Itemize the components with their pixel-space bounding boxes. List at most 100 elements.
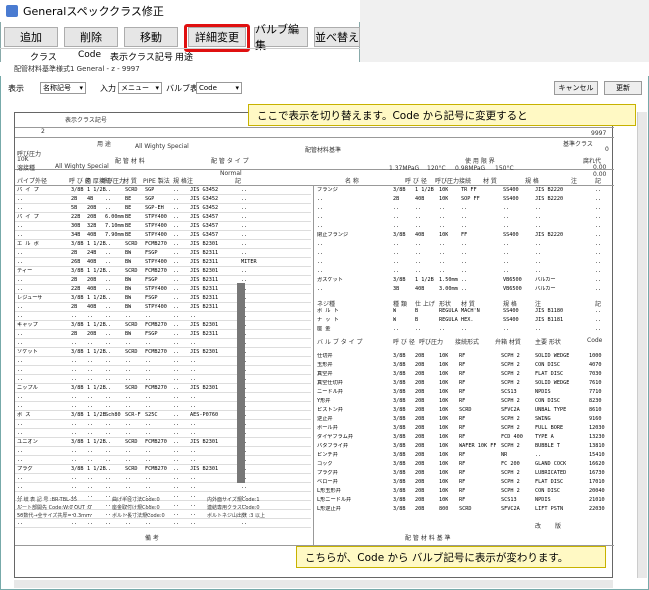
vertical-scrollbar[interactable] [637,112,647,578]
table-cell: SS400 [503,187,519,193]
left-header-cell: 材 質 [123,178,137,185]
right-header-cell: 呼 び 径 [405,178,427,185]
table-row: L形玉形弁 3/8B 20B 10K RF SCPH 2 CON DISC 20040 [15,488,614,496]
table-cell: 真空仕切弁 [317,380,343,386]
table-cell: W [393,317,397,323]
table-cell: SS400 [503,232,519,238]
table-row: 閉止フランジ 3/8B 40B 10K FF SS400 JIS B2220.. [15,232,614,240]
valve-edit-button[interactable]: バルブ編集 [254,23,308,52]
display-select[interactable]: 名称記号 [40,82,86,94]
material-label: 配 管 材 料 [115,158,145,165]
table-cell: FF [461,232,468,238]
table-cell: L形逆止弁 [317,506,341,512]
table-row: バタフライ弁 3/8B 20B 10K WAFER 10K FF SCPH 2 BUBBLE… [15,443,614,451]
bolt-header-cell: 形状 [439,301,452,308]
table-cell: .. [461,250,468,256]
table-cell: 20B [415,461,425,467]
table-cell: .. [595,232,602,238]
table-cell: 10K [439,488,449,494]
table-cell: SOLID WEDGE [535,380,570,386]
table-cell: .. [125,520,132,526]
move-button[interactable]: 移動 [124,27,178,47]
table-cell: .. [415,214,422,220]
table-cell: .. [503,259,510,265]
table-cell: 座 金 [317,326,331,332]
table-cell: SCS13 [501,497,517,503]
table-cell: NPDIS [535,497,551,503]
table-cell: .. [461,286,468,292]
pipe-type-label: 配 管 タ イ プ [211,158,249,165]
table-cell: .. [439,259,446,265]
bolt-header-cell: 種 類 [393,301,407,308]
table-cell: FSGP [145,295,158,301]
table-cell: .. [393,326,400,332]
valve-header-cell: 呼 び 径 [393,339,415,346]
right-header-cell: 注 [571,178,578,185]
valve-notation-select[interactable]: Code [196,82,242,94]
table-cell: RF [459,353,466,359]
table-cell: .. [241,520,248,526]
table-cell: 800 [439,506,449,512]
table-cell: .. [461,268,468,274]
table-cell: RF [459,488,466,494]
table-cell: 3/8B [393,425,406,431]
table-cell: RF [459,497,466,503]
table-cell: .. [535,214,542,220]
sort-button[interactable]: 並べ替え [314,27,360,47]
table-cell: 逆止弁 [317,416,333,422]
table-cell: .. [535,205,542,211]
left-header-cell: 記 [235,178,242,185]
table-row: ニードル弁 3/8B 20B 10K RF SCS13 NPDIS 7710 [15,389,614,397]
base-class-value: 0 [605,146,609,153]
table-cell: 10K [439,416,449,422]
table-cell: 閉止フランジ [317,232,349,238]
table-cell: .. [595,223,602,229]
cancel-button[interactable]: キャンセル [554,81,598,95]
table-cell: .. [535,241,542,247]
table-cell: .. [317,205,324,211]
table-cell: 1 1/2B [415,187,434,193]
table-cell: ナ ッ ト [317,317,339,323]
input-select[interactable]: メニュー [118,82,162,94]
table-cell: バタフライ弁 [317,443,349,449]
table-cell: 20B [415,452,425,458]
option-bar: 表示 名称記号 入力 メニュー バルブ表記 Code キャンセル 更新 [0,78,649,100]
table-cell: CON DISC [535,398,560,404]
table-row: 仕切弁 3/8B 20B 10K RF SCPH 2 SOLID WEDGE 1000 [15,353,614,361]
table-cell: 12030 [589,425,605,431]
table-cell: 10K [439,425,449,431]
rule-line [15,137,614,138]
table-cell: 3/8B [393,407,406,413]
horizontal-scrollbar[interactable] [14,580,613,588]
table-cell: 1.50mm [439,277,458,283]
table-cell: .. [535,326,542,332]
table-cell: .. [535,250,542,256]
table-cell: レジューサ [17,295,43,301]
table-cell: .. [503,268,510,274]
table-cell: LIFT PSTN [535,506,564,512]
window2-title: 配管材料基準様式1 General - z - 9997 [14,65,140,73]
table-cell: VB6500 [503,277,522,283]
limit-2: 120°C [427,165,446,172]
toolbar: 追加 削除 移動 詳細変更 バルブ編集 並べ替え [0,23,360,52]
update-button[interactable]: 更新 [604,81,642,95]
table-cell: 10K [439,187,449,193]
table-cell: JIS B1181 [535,317,564,323]
valve-header-cell: Code [587,337,603,344]
table-cell: 3B [393,286,400,292]
table-cell: SCS13 [501,389,517,395]
table-cell: 10K [439,479,449,485]
table-cell: ボ ル ト [317,308,339,314]
table-cell: .. [595,187,602,193]
table-cell: ピンチ弁 [317,452,338,458]
delete-button[interactable]: 削除 [64,27,118,47]
table-cell: .. [190,340,197,346]
add-button[interactable]: 追加 [4,27,58,47]
table-cell: .. [595,250,602,256]
table-cell: SOLID WEDGE [535,353,570,359]
table-row: ナ ッ ト W B REGULA HEX. SS400 JIS B1181.. [15,317,614,325]
table-cell: L形玉形弁 [317,488,341,494]
right-header-cell: 規 格 [525,178,539,185]
table-cell: .. [503,205,510,211]
spec-sheet: 表示クラス記号 2 9997 基準クラス 0 用 途 All Wighty Sp… [14,112,614,578]
